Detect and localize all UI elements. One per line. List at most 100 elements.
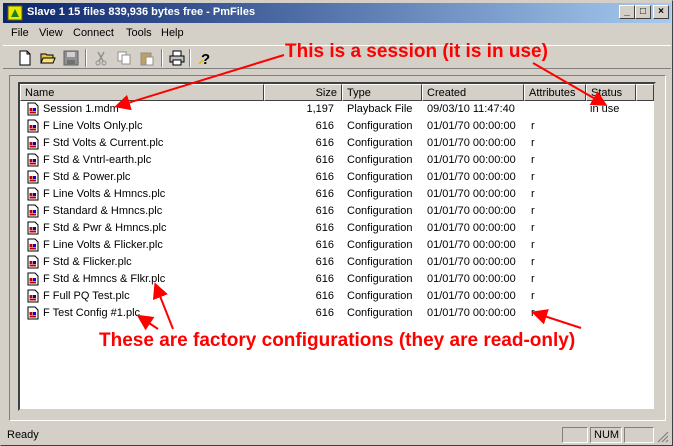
file-size: 616 [315, 273, 334, 285]
file-created: 01/01/70 00:00:00 [427, 188, 516, 200]
cut-icon [95, 51, 107, 66]
file-size: 616 [315, 171, 334, 183]
file-list[interactable]: Name Size Type Created Attributes Status… [18, 82, 656, 411]
toolbar-separator [161, 49, 163, 67]
file-icon [27, 289, 39, 303]
file-type: Configuration [347, 290, 413, 302]
window-title: Slave 1 15 files 839,936 bytes free - Pm… [27, 6, 256, 18]
file-name: F Full PQ Test.plc [43, 290, 130, 302]
file-size: 616 [315, 256, 334, 268]
maximize-button[interactable]: □ [635, 5, 651, 19]
column-header-status[interactable]: Status [586, 84, 636, 101]
status-bar: Ready NUM [3, 425, 671, 445]
minimize-button[interactable]: _ [619, 5, 635, 19]
print-button[interactable] [167, 49, 187, 67]
close-button[interactable]: × [653, 5, 669, 19]
file-name: F Line Volts & Flicker.plc [43, 239, 163, 251]
file-row[interactable]: F Test Config #1.plc 616 Configuration 01/0… [20, 305, 654, 322]
file-row[interactable]: F Std & Power.plc 616 Configuration 01/01/7… [20, 169, 654, 186]
file-size: 616 [315, 290, 334, 302]
new-button[interactable] [15, 49, 35, 67]
file-attributes: r [531, 154, 535, 166]
toolbar-separator [189, 49, 191, 67]
file-status: in use [590, 103, 620, 115]
new-icon [19, 50, 31, 66]
file-size: 616 [315, 188, 334, 200]
file-type: Configuration [347, 239, 413, 251]
file-row[interactable]: F Std & Pwr & Hmncs.plc 616 Configuration 0… [20, 220, 654, 237]
file-created: 01/01/70 00:00:00 [427, 256, 516, 268]
num-lock-indicator: NUM [590, 427, 622, 443]
file-name: F Line Volts Only.plc [43, 120, 143, 132]
file-icon [27, 170, 39, 184]
file-row[interactable]: F Std Volts & Current.plc 616 Configuratio… [20, 135, 654, 152]
menu-view[interactable]: View [39, 27, 63, 39]
file-size: 1,197 [306, 103, 334, 115]
column-header-type[interactable]: Type [342, 84, 422, 101]
file-created: 01/01/70 00:00:00 [427, 154, 516, 166]
paste-button[interactable] [137, 49, 157, 67]
copy-button[interactable] [114, 49, 134, 67]
toolbar-separator [85, 49, 87, 67]
file-name: F Line Volts & Hmncs.plc [43, 188, 166, 200]
file-type: Configuration [347, 188, 413, 200]
menu-help[interactable]: Help [161, 27, 184, 39]
app-icon [7, 5, 23, 21]
file-icon [27, 187, 39, 201]
file-icon [27, 306, 39, 320]
file-attributes: r [531, 120, 535, 132]
column-header-filler [636, 84, 654, 101]
file-attributes: r [531, 205, 535, 217]
file-created: 01/01/70 00:00:00 [427, 120, 516, 132]
file-size: 616 [315, 239, 334, 251]
column-header-attributes[interactable]: Attributes [524, 84, 586, 101]
file-attributes: r [531, 188, 535, 200]
file-type: Configuration [347, 120, 413, 132]
file-row[interactable]: F Standard & Hmncs.plc 616 Configuration 01… [20, 203, 654, 220]
file-created: 01/01/70 00:00:00 [427, 222, 516, 234]
file-name: F Std & Flicker.plc [43, 256, 132, 268]
file-row[interactable]: F Full PQ Test.plc 616 Configuration 01/01/… [20, 288, 654, 305]
resize-grip-icon[interactable] [655, 429, 669, 443]
column-header-name[interactable]: Name [20, 84, 264, 101]
file-type: Configuration [347, 256, 413, 268]
file-type: Configuration [347, 307, 413, 319]
file-icon [27, 136, 39, 150]
save-icon [63, 50, 79, 66]
list-header: Name Size Type Created Attributes Status [20, 84, 654, 101]
menu-connect[interactable]: Connect [73, 27, 114, 39]
file-row[interactable]: Session 1.mdm 1,197 Playback File 09/03/10 … [20, 101, 654, 118]
file-created: 01/01/70 00:00:00 [427, 290, 516, 302]
file-size: 616 [315, 154, 334, 166]
file-row[interactable]: F Std & Vntrl-earth.plc 616 Configuration 0… [20, 152, 654, 169]
cut-button[interactable] [91, 49, 111, 67]
paste-icon [140, 52, 154, 66]
file-attributes: r [531, 137, 535, 149]
file-type: Configuration [347, 171, 413, 183]
help-icon: ? [198, 51, 210, 66]
file-size: 616 [315, 307, 334, 319]
file-attributes: r [531, 290, 535, 302]
file-size: 616 [315, 222, 334, 234]
file-attributes: r [531, 307, 535, 319]
help-button[interactable]: ? [195, 49, 215, 67]
open-button[interactable] [38, 49, 58, 67]
menu-tools[interactable]: Tools [126, 27, 152, 39]
save-button[interactable] [61, 49, 81, 67]
file-row[interactable]: F Std & Hmncs & Flkr.plc 616 Configuration… [20, 271, 654, 288]
file-row[interactable]: F Line Volts Only.plc 616 Configuration 01/… [20, 118, 654, 135]
menu-file[interactable]: File [11, 27, 29, 39]
file-created: 01/01/70 00:00:00 [427, 307, 516, 319]
file-created: 01/01/70 00:00:00 [427, 273, 516, 285]
file-type: Configuration [347, 222, 413, 234]
file-row[interactable]: F Std & Flicker.plc 616 Configuration 01/01… [20, 254, 654, 271]
file-row[interactable]: F Line Volts & Hmncs.plc 616 Configuration… [20, 186, 654, 203]
print-icon [169, 50, 185, 66]
column-header-created[interactable]: Created [422, 84, 524, 101]
session-annotation: This is a session (it is in use) [285, 41, 548, 62]
file-row[interactable]: F Line Volts & Flicker.plc 616 Configurati… [20, 237, 654, 254]
open-icon [40, 53, 56, 64]
column-header-size[interactable]: Size [264, 84, 342, 101]
status-text: Ready [7, 429, 39, 441]
title-bar[interactable]: Slave 1 15 files 839,936 bytes free - Pm… [3, 3, 671, 23]
